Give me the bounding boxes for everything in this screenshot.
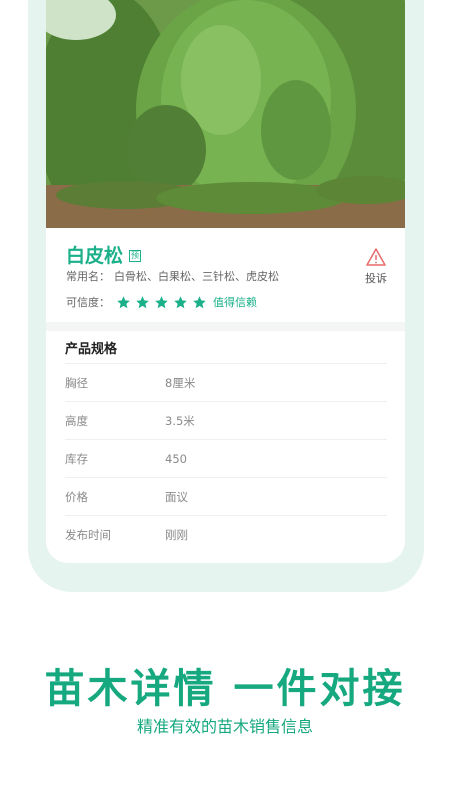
tree-photo-illustration <box>46 0 405 228</box>
section-divider <box>46 322 405 331</box>
spec-list: 胸径 8厘米 高度 3.5米 库存 450 价格 面议 发布时间 刚刚 <box>65 363 387 553</box>
trust-label: 可信度： <box>66 296 110 309</box>
star-icon <box>155 295 168 308</box>
promo-subline: 精准有效的苗木销售信息 <box>136 717 313 736</box>
warning-triangle-icon <box>366 248 386 266</box>
star-icon <box>117 295 130 308</box>
spec-label: 发布时间 <box>65 527 111 542</box>
spec-label: 高度 <box>65 413 88 428</box>
spec-label: 价格 <box>65 489 88 504</box>
common-name-item: 白果松、 <box>158 270 202 283</box>
spec-value: 面议 <box>165 489 188 504</box>
product-name: 白皮松 <box>66 244 124 267</box>
spec-value: 8厘米 <box>165 375 196 390</box>
trust-text: 值得信赖 <box>213 296 257 309</box>
presale-badge: 预 <box>129 250 142 262</box>
common-name-item: 白骨松、 <box>114 270 158 283</box>
spec-section-title: 产品规格 <box>65 342 118 357</box>
common-name-item: 虎皮松 <box>246 270 279 283</box>
star-icon <box>136 295 149 308</box>
complain-button[interactable]: 投诉 <box>362 248 390 286</box>
product-title-row: 白皮松 预 <box>66 241 142 267</box>
trust-rating: 可信度： 值得信赖 <box>66 293 257 311</box>
product-detail-card: 白皮松 预 常用名： 白骨松、白果松、三针松、虎皮松 投诉 可信度： 值得信赖 产… <box>46 0 405 563</box>
spec-value: 刚刚 <box>165 527 188 542</box>
star-icon <box>174 295 187 308</box>
star-icon <box>193 295 206 308</box>
trust-stars <box>116 295 211 310</box>
spec-value: 450 <box>165 451 187 466</box>
spec-label: 胸径 <box>65 375 88 390</box>
spec-row-dbh: 胸径 8厘米 <box>65 363 387 401</box>
spec-row-publish-time: 发布时间 刚刚 <box>65 515 387 553</box>
complain-label: 投诉 <box>365 272 387 285</box>
common-names-label: 常用名： <box>66 270 110 283</box>
spec-row-height: 高度 3.5米 <box>65 401 387 439</box>
product-photo[interactable] <box>46 0 405 228</box>
promo-headline: 苗木详情 一件对接 <box>44 666 406 712</box>
spec-label: 库存 <box>65 451 88 466</box>
common-name-item: 三针松、 <box>202 270 246 283</box>
spec-value: 3.5米 <box>165 413 195 428</box>
spec-row-price: 价格 面议 <box>65 477 387 515</box>
spec-row-stock: 库存 450 <box>65 439 387 477</box>
common-names: 常用名： 白骨松、白果松、三针松、虎皮松 <box>66 268 279 284</box>
